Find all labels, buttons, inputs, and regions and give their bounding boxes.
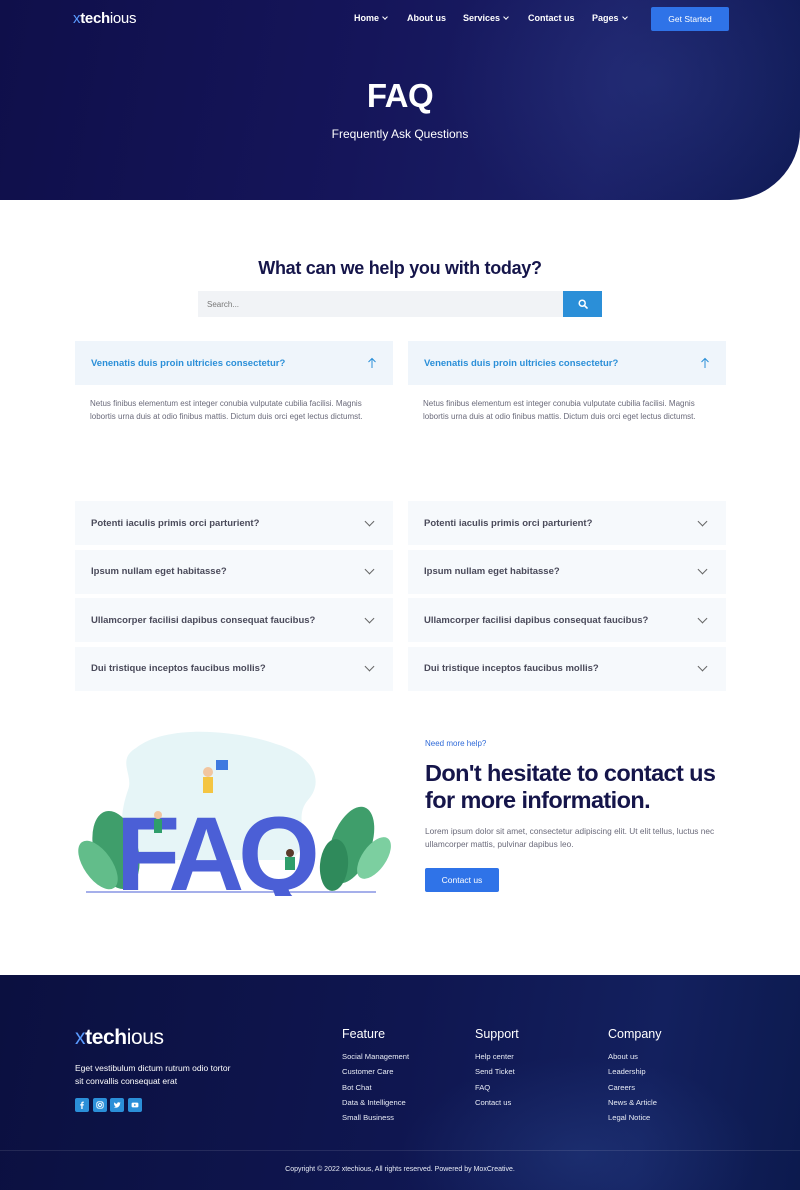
- faq-answer: Netus finibus elementum est integer conu…: [90, 399, 363, 421]
- footer-description: Eget vestibulum dictum rutrum odio torto…: [75, 1063, 231, 1086]
- social-links: [75, 1098, 142, 1112]
- footer-link[interactable]: Leadership: [608, 1064, 662, 1079]
- faq-question: Ipsum nullam eget habitasse?: [424, 566, 560, 577]
- footer-divider: [0, 1150, 800, 1151]
- chevron-down-icon: [697, 516, 708, 526]
- chevron-down-icon: [364, 613, 375, 623]
- footer-link[interactable]: Social Management: [342, 1049, 409, 1064]
- nav-item-contact-us[interactable]: Contact us: [528, 13, 575, 23]
- twitter-icon[interactable]: [110, 1098, 124, 1112]
- faq-question: Ullamcorper facilisi dapibus consequat f…: [424, 614, 649, 626]
- chevron-down-icon: [364, 564, 375, 575]
- copyright: Copyright © 2022 xtechious, All rights r…: [285, 1166, 515, 1173]
- page-title: FAQ: [366, 77, 434, 114]
- footer-column-company: Company About us Leadership Careers News…: [608, 1027, 662, 1125]
- footer-link[interactable]: Contact us: [475, 1095, 519, 1110]
- footer-link[interactable]: FAQ: [475, 1080, 519, 1095]
- chevron-down-icon: [697, 613, 708, 623]
- faq-column-left: Venenatis duis proin ultricies consectet…: [75, 341, 393, 695]
- footer-link[interactable]: Help center: [475, 1049, 519, 1064]
- footer-link[interactable]: Send Ticket: [475, 1064, 519, 1079]
- faq-question: Venenatis duis proin ultricies consectet…: [91, 357, 286, 369]
- help-heading: What can we help you with today?: [258, 258, 542, 278]
- chevron-down-icon: [364, 661, 375, 672]
- footer-link[interactable]: Small Business: [342, 1110, 409, 1125]
- contact-heading: Don't hesitate to contact us for more in…: [425, 760, 716, 813]
- footer-column-title: Support: [475, 1027, 519, 1041]
- contact-description: Lorem ipsum dolor sit amet, consectetur …: [425, 826, 715, 849]
- faq-item[interactable]: Potenti iaculis primis orci parturient?: [75, 501, 393, 545]
- faq-item-open[interactable]: Venenatis duis proin ultricies consectet…: [75, 341, 393, 385]
- hero-banner: xtechious Home About us Services Contact…: [0, 0, 800, 200]
- footer-link[interactable]: News & Article: [608, 1095, 662, 1110]
- illustration-faq-letters: FAQ: [116, 796, 316, 896]
- faq-question: Ullamcorper facilisi dapibus consequat f…: [91, 614, 316, 626]
- chevron-down-icon: [621, 13, 628, 20]
- youtube-icon[interactable]: [127, 1098, 142, 1112]
- faq-question: Potenti iaculis primis orci parturient?: [424, 517, 593, 529]
- chevron-down-icon: [503, 13, 509, 20]
- faq-item[interactable]: Ipsum nullam eget habitasse?: [408, 549, 726, 594]
- footer-link[interactable]: Careers: [608, 1080, 662, 1095]
- search-icon: [577, 299, 588, 309]
- facebook-icon[interactable]: [75, 1098, 89, 1112]
- faq-illustration: FAQ: [78, 731, 391, 896]
- footer-column-support: Support Help center Send Ticket FAQ Cont…: [475, 1027, 519, 1110]
- faq-item[interactable]: Dui tristique inceptos faucibus mollis?: [408, 646, 726, 691]
- faq-question: Dui tristique inceptos faucibus mollis?: [91, 663, 266, 674]
- chevron-down-icon: [382, 13, 388, 20]
- top-navigation: xtechious Home About us Services Contact…: [0, 0, 800, 38]
- faq-question: Venenatis duis proin ultricies consectet…: [424, 357, 619, 369]
- get-started-button[interactable]: Get Started: [651, 7, 729, 31]
- footer-link[interactable]: About us: [608, 1049, 662, 1064]
- chevron-down-icon: [697, 661, 708, 672]
- footer-link[interactable]: Customer Care: [342, 1064, 409, 1079]
- chevron-down-icon: [697, 564, 708, 575]
- faq-question: Ipsum nullam eget habitasse?: [91, 566, 227, 577]
- footer-link[interactable]: Bot Chat: [342, 1080, 409, 1095]
- logo[interactable]: xtechious: [73, 10, 136, 27]
- nav-item-services[interactable]: Services: [463, 13, 509, 23]
- faq-item[interactable]: Ullamcorper facilisi dapibus consequat f…: [408, 598, 726, 642]
- faq-column-right: Venenatis duis proin ultricies consectet…: [408, 341, 726, 695]
- faq-item[interactable]: Ipsum nullam eget habitasse?: [75, 549, 393, 594]
- arrow-up-icon: [701, 357, 709, 368]
- nav-item-about-us[interactable]: About us: [407, 13, 446, 23]
- page-subtitle: Frequently Ask Questions: [331, 127, 469, 141]
- faq-item-open[interactable]: Venenatis duis proin ultricies consectet…: [408, 341, 726, 385]
- faq-item[interactable]: Ullamcorper facilisi dapibus consequat f…: [75, 598, 393, 642]
- faq-item[interactable]: Dui tristique inceptos faucibus mollis?: [75, 646, 393, 691]
- contact-eyebrow: Need more help?: [425, 739, 487, 748]
- faq-question: Dui tristique inceptos faucibus mollis?: [424, 663, 599, 674]
- footer-link[interactable]: Data & Intelligence: [342, 1095, 409, 1110]
- footer-column-title: Company: [608, 1027, 662, 1041]
- faq-search: Search...: [198, 291, 602, 317]
- search-button[interactable]: [563, 291, 602, 317]
- footer: xtechious Eget vestibulum dictum rutrum …: [0, 975, 800, 1190]
- faq-item[interactable]: Potenti iaculis primis orci parturient?: [408, 501, 726, 545]
- faq-question: Potenti iaculis primis orci parturient?: [91, 517, 260, 529]
- arrow-up-icon: [368, 357, 376, 368]
- search-input[interactable]: Search...: [198, 291, 563, 317]
- footer-column-title: Feature: [342, 1027, 386, 1041]
- instagram-icon[interactable]: [92, 1098, 107, 1112]
- nav-item-home[interactable]: Home: [354, 13, 388, 23]
- footer-column-feature: Feature Social Management Customer Care …: [342, 1027, 409, 1125]
- contact-us-button[interactable]: Contact us: [425, 868, 499, 892]
- footer-logo[interactable]: xtechious: [75, 1026, 164, 1050]
- chevron-down-icon: [364, 516, 375, 526]
- footer-link[interactable]: Legal Notice: [608, 1110, 662, 1125]
- faq-answer: Netus finibus elementum est integer conu…: [423, 399, 696, 421]
- nav-item-pages[interactable]: Pages: [592, 13, 628, 23]
